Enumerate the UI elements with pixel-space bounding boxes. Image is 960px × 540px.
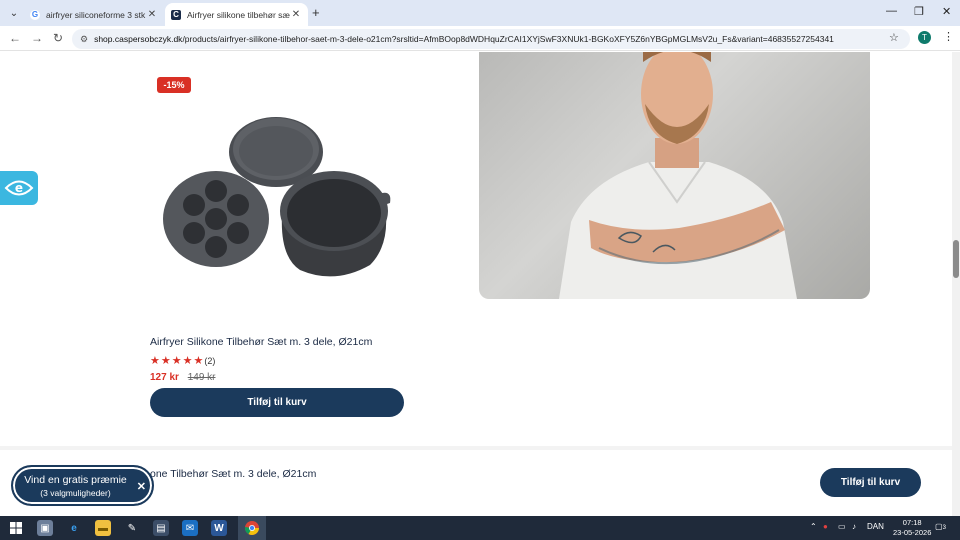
rating-star-icon: ★ [193, 355, 204, 367]
google-icon: G [30, 9, 40, 20]
close-popup-icon[interactable]: ✕ [137, 480, 146, 493]
close-tab-icon[interactable]: ✕ [146, 9, 158, 20]
file-explorer-icon[interactable]: ▬ [95, 520, 111, 536]
terminal-icon[interactable]: ✎ [124, 520, 140, 536]
review-count: (2) [204, 355, 216, 366]
product-page: e -15% Airfryer Silikone Tilbehør Sæt m.… [0, 52, 952, 516]
app-icon[interactable]: ▣ [37, 520, 53, 536]
url-text: shop.caspersobczyk.dk/products/airfryer-… [94, 34, 834, 44]
product-image[interactable] [150, 107, 400, 287]
forward-icon[interactable]: → [31, 31, 43, 45]
word-icon[interactable]: W [211, 520, 227, 536]
new-tab-icon[interactable]: + [312, 5, 320, 20]
sale-price: 127 kr [150, 372, 179, 383]
browser-toolbar: ← → ↻ ⚙ shop.caspersobczyk.dk/products/a… [0, 26, 960, 51]
product-rating[interactable]: ★ ★ ★ ★ ★ (2) [150, 354, 215, 367]
mail-icon[interactable]: ✉ [182, 520, 198, 536]
url-path: /products/airfryer-silikone-tilbehor-sae… [182, 34, 834, 44]
windows-start-icon[interactable] [8, 520, 24, 536]
close-window-icon[interactable]: ✕ [942, 5, 951, 18]
browser-tab-strip: ⌄ G airfryer siliconeforme 3 stk - Go ✕ … [0, 0, 960, 26]
show-hidden-icons-icon[interactable]: ⌃ [810, 522, 817, 531]
rating-star-icon: ★ [171, 355, 182, 367]
clock-time: 07:18 [902, 518, 922, 527]
rating-star-icon: ★ [150, 355, 160, 367]
back-icon[interactable]: ← [9, 31, 21, 45]
profile-avatar[interactable]: T [918, 31, 931, 44]
rating-star-icon: ★ [182, 355, 193, 367]
discount-badge: -15% [157, 77, 191, 93]
chef-photo [479, 52, 870, 299]
restore-icon[interactable]: ❐ [914, 5, 924, 18]
tab-google-search[interactable]: G airfryer siliconeforme 3 stk - Go ✕ [24, 3, 164, 26]
language-indicator[interactable]: DAN [867, 522, 884, 531]
scrollbar-thumb[interactable] [953, 240, 959, 278]
prize-line1: Vind en gratis præmie [24, 473, 127, 486]
volume-icon[interactable]: ♪ [852, 522, 856, 531]
battery-icon[interactable]: ▭ [838, 522, 846, 531]
sticky-product-title: one Tilbehør Sæt m. 3 dele, Ø21cm [150, 468, 317, 480]
svg-text:e: e [15, 181, 23, 195]
rating-star-icon: ★ [160, 355, 171, 367]
clock-date: 23-05-2026 [893, 528, 932, 537]
bookmark-star-icon[interactable]: ☆ [889, 31, 899, 44]
chrome-icon[interactable] [244, 520, 260, 536]
prize-line2: (3 valgmuligheder) [40, 487, 111, 498]
store-icon[interactable]: ▤ [153, 520, 169, 536]
accessibility-eye-icon: e [4, 180, 34, 196]
section-divider [0, 446, 952, 450]
notification-icon[interactable]: ▢3 [935, 522, 946, 531]
prize-popup-button[interactable]: Vind en gratis præmie (3 valgmuligheder)… [11, 465, 154, 506]
add-to-cart-button[interactable]: Tilføj til kurv [150, 388, 404, 417]
taskbar-clock[interactable]: 07:18 23-05-2026 [893, 518, 931, 538]
tab-title: Airfryer silikone tilbehør sæt (3 [187, 9, 290, 20]
reload-icon[interactable]: ↻ [53, 31, 63, 45]
caspersobczyk-icon: C [171, 9, 181, 20]
chef-illustration [559, 52, 797, 299]
site-info-icon[interactable]: ⚙ [80, 34, 88, 45]
url-domain: shop.caspersobczyk.dk [94, 34, 183, 44]
notification-count: 3 [942, 525, 946, 531]
product-price: 127 kr 149 kr [150, 372, 216, 383]
accessibility-button[interactable]: e [0, 171, 38, 205]
edge-icon[interactable]: e [66, 520, 82, 536]
page-scrollbar[interactable] [952, 52, 960, 516]
windows-taskbar: ▣ e ▬ ✎ ▤ ✉ W ⌃ ● ▭ ♪ DAN 07:18 23-05-20… [0, 516, 960, 540]
tab-search-icon[interactable]: ⌄ [6, 5, 22, 21]
tab-title: airfryer siliconeforme 3 stk - Go [46, 9, 146, 20]
close-tab-icon[interactable]: ✕ [290, 9, 302, 20]
original-price: 149 kr [187, 372, 216, 383]
tab-product-page[interactable]: C Airfryer silikone tilbehør sæt (3 ✕ [165, 3, 308, 26]
chrome-menu-icon[interactable]: ⋮ [943, 30, 954, 43]
minimize-icon[interactable]: — [886, 5, 897, 17]
antivirus-tray-icon[interactable]: ● [823, 522, 828, 531]
address-bar[interactable]: ⚙ shop.caspersobczyk.dk/products/airfrye… [72, 29, 910, 49]
sticky-add-to-cart-button[interactable]: Tilføj til kurv [820, 468, 921, 497]
product-title[interactable]: Airfryer Silikone Tilbehør Sæt m. 3 dele… [150, 336, 372, 348]
